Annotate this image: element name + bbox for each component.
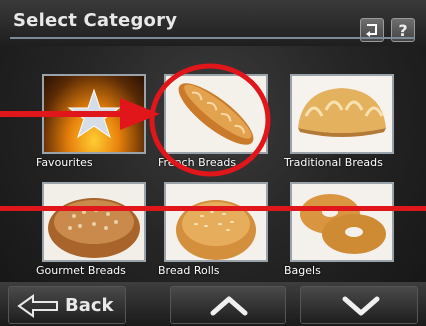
back-arrow-icon [17,294,58,318]
category-bread-rolls[interactable]: Bread Rolls [156,180,276,280]
back-button[interactable]: Back [8,286,126,324]
bread-roll-thumbnail [164,182,268,262]
undo-icon [366,24,377,37]
favourites-thumbnail [42,74,146,154]
category-label: Gourmet Breads [36,264,126,277]
category-label: French Breads [158,156,237,169]
star-icon [67,88,121,139]
traditional-bread-image [298,88,386,137]
category-label: Favourites [36,156,93,169]
bagel-thumbnail [290,182,394,262]
bagel-image [300,194,386,254]
category-traditional-breads[interactable]: Traditional Breads [282,72,402,172]
category-label: Bagels [284,264,321,277]
scroll-up-button[interactable] [170,286,286,324]
footer: Back [0,282,426,326]
back-label: Back [65,295,114,316]
scroll-down-button[interactable] [300,286,418,324]
french-bread-image [178,83,254,145]
screen: Select Category ? Favourites French Brea… [0,0,426,326]
category-favourites[interactable]: Favourites [34,72,154,172]
gourmet-bread-thumbnail [42,182,146,262]
traditional-bread-thumbnail [290,74,394,154]
bread-roll-image [176,200,256,260]
french-bread-thumbnail [164,74,268,154]
category-label: Bread Rolls [158,264,220,277]
category-gourmet-breads[interactable]: Gourmet Breads [34,180,154,280]
gourmet-bread-image [48,198,140,258]
page-title: Select Category [13,10,178,31]
category-french-breads[interactable]: French Breads [156,72,276,172]
category-label: Traditional Breads [284,156,383,169]
header-divider [10,37,415,39]
chevron-up-icon [210,296,248,316]
category-bagels[interactable]: Bagels [282,180,402,280]
chevron-down-icon [342,296,380,316]
header: Select Category ? [0,0,426,46]
